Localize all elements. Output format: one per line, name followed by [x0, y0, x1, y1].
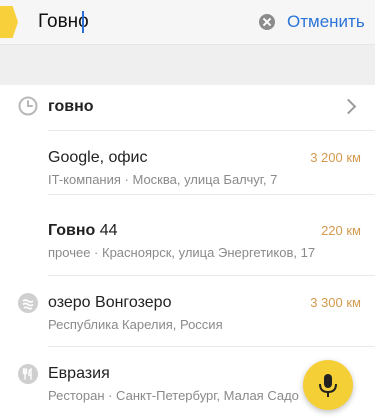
brand-tab-icon [0, 6, 18, 38]
result-title: Google, офис [48, 149, 148, 166]
result-distance: 3 300 км [310, 295, 361, 310]
result-title: Евразия [48, 365, 110, 382]
voice-search-button[interactable] [303, 360, 353, 410]
result-title: говно [48, 98, 94, 115]
result-title-rest: 44 [99, 222, 118, 239]
lake-icon [18, 293, 38, 313]
result-row[interactable]: озеро Вонгозеро 3 300 км Республика Каре… [0, 276, 375, 346]
search-bar: Отменить [0, 0, 375, 45]
result-subtitle: Ресторан · Санкт-Петербург, Малая Садо [48, 388, 299, 403]
result-row[interactable]: Google, офис 3 200 км IT-компания · Моск… [0, 131, 375, 194]
microphone-icon [319, 374, 337, 397]
result-subtitle: Республика Карелия, Россия [48, 317, 223, 332]
result-row[interactable]: Говно 44 220 км прочее · Красноярск, ули… [0, 195, 375, 275]
result-title-bold: Говно [48, 222, 96, 239]
chevron-right-icon [340, 98, 357, 115]
result-subtitle: прочее · Красноярск, улица Энергетиков, … [48, 245, 316, 260]
result-title: озеро Вонгозеро [48, 294, 172, 311]
text-caret [82, 11, 84, 33]
result-subtitle: IT-компания · Москва, улица Балчуг, 7 [48, 172, 278, 187]
history-suggestion-row[interactable]: говно [0, 85, 375, 130]
search-input[interactable] [38, 10, 238, 34]
result-distance: 3 200 км [310, 150, 361, 165]
restaurant-icon [18, 364, 38, 384]
result-title: Говно 44 [48, 222, 118, 240]
result-distance: 220 км [321, 223, 361, 238]
clear-search-icon[interactable] [259, 14, 275, 30]
history-clock-icon [18, 96, 38, 116]
separator-band [0, 45, 375, 85]
cancel-button[interactable]: Отменить [287, 12, 365, 32]
